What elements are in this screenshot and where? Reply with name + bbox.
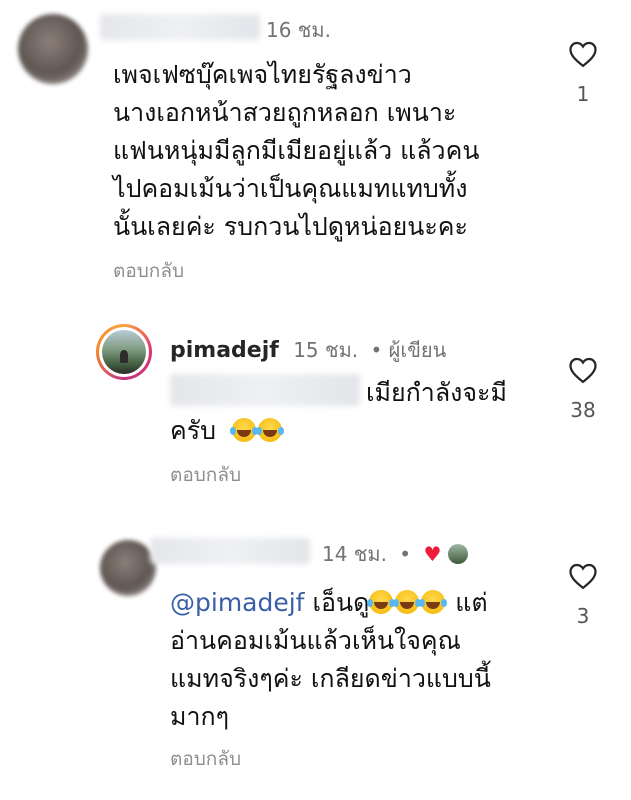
comment-2: pimadejf 15 ชม. • ผู้เขียน เมียกำลังจะมี… [0,310,631,500]
comment-body: เพจเฟซบุ๊คเพจไทยรัฐลงข่าว นางเอกหน้าสวยถ… [113,56,479,246]
grinning-sweat-emoji [393,590,420,614]
comment-text: เอ็นดู [312,588,370,617]
comment-line: แมทจริงๆค่ะ เกลียดข่าวแบบนี้ [170,664,491,693]
like-button[interactable]: 3 [563,562,603,628]
separator: • [399,542,412,566]
comment-body: @pimadejf เอ็นดู แต่ อ่านคอมเม้นแล้วเห็น… [170,584,491,736]
heart-outline-icon[interactable] [568,356,598,384]
like-count: 1 [576,82,590,106]
like-count: 3 [576,604,590,628]
comment-line: เพจเฟซบุ๊คเพจไทยรัฐลงข่าว [113,60,412,89]
blurred-username [100,14,260,40]
author-tag: • ผู้เขียน [370,338,447,362]
avatar[interactable] [18,14,88,84]
reply-button[interactable]: ตอบกลับ [170,744,241,774]
comment-text: แต่ [455,588,488,617]
heart-outline-icon[interactable] [568,40,598,68]
comment-meta: 16 ชม. [266,14,331,46]
comment-line: มากๆ [170,702,230,731]
grinning-sweat-emoji [229,418,256,442]
comment-line: แฟนหนุ่มมีลูกมีเมียอยู่แล้ว แล้วคน [113,136,480,165]
comment-time: 14 ชม. [322,542,387,566]
comment-meta: 14 ชม. • ♥ [322,538,468,570]
grinning-sweat-emoji [419,590,446,614]
reply-button[interactable]: ตอบกลับ [170,460,241,490]
author-mini-avatar [447,544,468,564]
comment-line: เมียกำลังจะมี [366,378,507,407]
blurred-username [150,538,310,564]
like-count: 38 [570,398,596,422]
author-avatar[interactable] [96,324,152,380]
like-button[interactable]: 1 [563,40,603,106]
comment-3: 14 ชม. • ♥ @pimadejf เอ็นดู แต่ อ่านคอมเ… [0,526,631,800]
comment-line: ไปคอมเม้นว่าเป็นคุณแมทแทบทั้ง [113,174,468,203]
red-heart-icon: ♥ [423,542,442,566]
reply-button[interactable]: ตอบกลับ [113,256,184,286]
comment-body: เมียกำลังจะมี ครับ [170,374,507,450]
username[interactable]: pimadejf [170,338,279,363]
grinning-sweat-emoji [367,590,394,614]
comment-line: นางเอกหน้าสวยถูกหลอก เพนาะ [113,98,457,127]
avatar[interactable] [100,540,156,596]
comment-line: ครับ [170,412,507,450]
like-button[interactable]: 38 [563,356,603,422]
comment-line: อ่านคอมเม้นแล้วเห็นใจคุณ [170,626,461,655]
comment-line: นั้นเลยค่ะ รบกวนไปดูหน่อยนะคะ [113,212,468,241]
mention-link[interactable]: @pimadejf [170,588,305,617]
comment-text: ครับ [170,416,217,445]
comment-line: @pimadejf เอ็นดู แต่ [170,584,491,622]
heart-outline-icon[interactable] [568,562,598,590]
comment-1: 16 ชม. เพจเฟซบุ๊คเพจไทยรัฐลงข่าว นางเอกห… [0,0,631,300]
comment-time: 16 ชม. [266,18,331,42]
comment-meta: pimadejf 15 ชม. • ผู้เขียน [170,334,446,366]
comment-time: 15 ชม. [293,338,359,362]
grinning-sweat-emoji [255,418,282,442]
